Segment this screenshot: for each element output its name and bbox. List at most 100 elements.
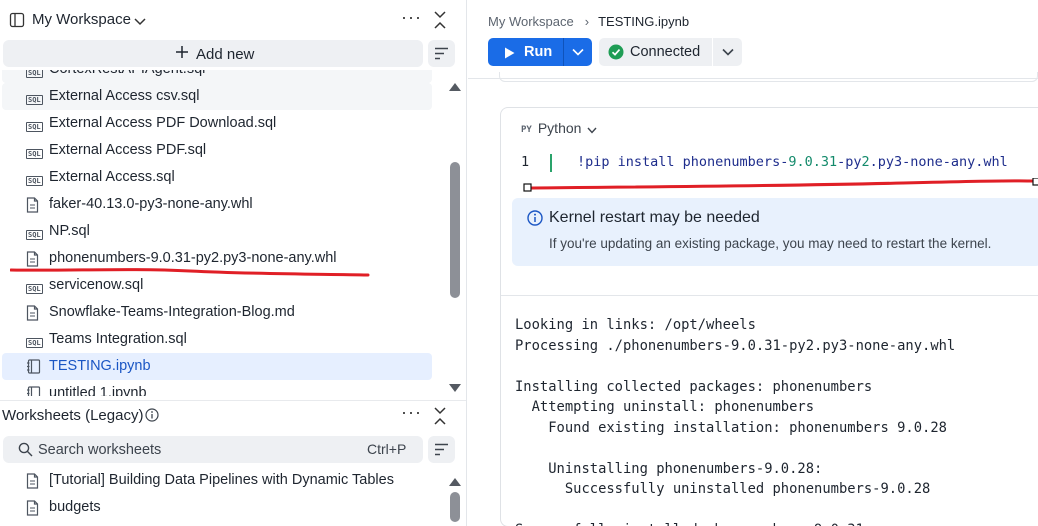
file-list-item[interactable]: Snowflake-Teams-Integration-Blog.md <box>2 299 432 326</box>
code-token: -py <box>837 154 862 170</box>
file-name: servicenow.sql <box>49 277 144 293</box>
sort-filter-button[interactable] <box>428 40 455 67</box>
previous-cell-edge <box>499 72 1038 82</box>
workspace-title[interactable]: My Workspace <box>32 11 131 28</box>
sidebar-toggle-icon[interactable] <box>9 12 25 31</box>
file-name: External Access PDF Download.sql <box>49 115 277 131</box>
file-icon <box>26 500 43 516</box>
red-underline-annotation <box>10 268 370 277</box>
file-name: External Access csv.sql <box>49 88 200 104</box>
python-icon: PY <box>521 125 532 135</box>
code-text[interactable]: !pip install phonenumbers-9.0.31-py2.py3… <box>577 154 1008 170</box>
red-underline-annotation <box>523 178 1038 192</box>
run-options-dropdown[interactable] <box>564 38 592 66</box>
code-token: !pip install phonenumbers- <box>577 154 789 170</box>
collapse-icon[interactable] <box>433 11 447 32</box>
file-name: CortexRestAPIAgent.sql <box>49 70 205 77</box>
connection-status-button[interactable]: Connected <box>599 38 712 66</box>
sql-file-icon: SQL <box>26 95 43 105</box>
scrollbar-thumb[interactable] <box>450 162 460 298</box>
collapse-icon[interactable] <box>433 407 447 428</box>
breadcrumb-separator-icon: › <box>584 14 590 29</box>
output-separator <box>501 295 1038 296</box>
file-list-item[interactable]: SQL CortexRestAPIAgent.sql <box>2 70 432 83</box>
play-icon <box>504 46 515 62</box>
connection-options-dropdown[interactable] <box>713 38 742 66</box>
sql-file-icon: SQL <box>26 284 43 294</box>
workspace-sidebar: My Workspace ··· Add new SQL CortexRestAP… <box>0 0 467 526</box>
workspace-header: My Workspace ··· <box>0 6 466 36</box>
breadcrumb: My Workspace › TESTING.ipynb <box>488 14 689 29</box>
add-new-label: Add new <box>196 46 255 63</box>
file-list-item[interactable]: faker-40.13.0-py3-none-any.whl <box>2 191 432 218</box>
scroll-up-arrow-icon[interactable] <box>448 79 462 95</box>
breadcrumb-parent[interactable]: My Workspace <box>488 14 574 29</box>
scroll-up-arrow-icon[interactable] <box>448 474 462 490</box>
legacy-worksheet-list: [Tutorial] Building Data Pipelines with … <box>0 466 442 526</box>
legacy-title[interactable]: Worksheets (Legacy) <box>2 407 143 424</box>
plus-icon <box>175 45 189 62</box>
chevron-down-icon <box>722 48 734 56</box>
kernel-restart-callout: Kernel restart may be needed If you're u… <box>512 198 1038 266</box>
file-icon <box>26 197 43 213</box>
info-icon <box>527 210 543 229</box>
file-name: untitled 1.ipynb <box>49 385 147 396</box>
info-icon[interactable] <box>145 408 159 425</box>
file-name: Teams Integration.sql <box>49 331 187 347</box>
callout-body: If you're updating an existing package, … <box>549 236 992 251</box>
file-icon <box>26 305 43 321</box>
file-icon <box>26 473 43 489</box>
sql-file-icon: SQL <box>26 176 43 186</box>
worksheet-name: budgets <box>49 499 101 515</box>
add-new-button[interactable]: Add new <box>3 40 423 67</box>
worksheet-list-item[interactable]: [Tutorial] Building Data Pipelines with … <box>2 467 432 494</box>
legacy-worksheets-header: Worksheets (Legacy) ··· <box>0 400 466 430</box>
chevron-down-icon[interactable] <box>133 14 147 30</box>
file-list-item[interactable]: SQL External Access.sql <box>2 164 432 191</box>
file-list: SQL CortexRestAPIAgent.sql SQL External Acc… <box>0 70 442 396</box>
search-worksheets-input[interactable] <box>38 440 338 459</box>
search-shortcut: Ctrl+P <box>367 441 407 457</box>
file-list-item[interactable]: SQL External Access PDF.sql <box>2 137 432 164</box>
more-options-icon[interactable]: ··· <box>401 7 422 28</box>
scroll-down-arrow-icon[interactable] <box>448 380 462 396</box>
connection-label: Connected <box>630 44 701 60</box>
line-number: 1 <box>521 154 530 170</box>
chevron-down-icon <box>572 48 584 56</box>
code-line[interactable]: 1 !pip install phonenumbers-9.0.31-py2.p… <box>521 154 1008 172</box>
notebook-editor: My Workspace › TESTING.ipynb Run Connected… <box>468 0 1038 526</box>
cell-language-label: Python <box>537 120 582 136</box>
run-button-group: Run <box>488 38 592 66</box>
worksheet-list-item[interactable]: budgets <box>2 494 432 521</box>
cell-language-selector[interactable]: PY Python <box>521 120 597 136</box>
legacy-sort-filter-button[interactable] <box>428 436 455 463</box>
legacy-scrollbar-thumb[interactable] <box>450 492 460 522</box>
search-icon <box>18 442 33 460</box>
run-label: Run <box>524 44 553 60</box>
sql-file-icon: SQL <box>26 149 43 159</box>
more-options-icon[interactable]: ··· <box>401 402 422 423</box>
filter-icon <box>435 443 448 456</box>
file-name: phonenumbers-9.0.31-py2.py3-none-any.whl <box>49 250 337 266</box>
sql-file-icon: SQL <box>26 70 43 78</box>
file-list-item[interactable]: untitled 1.ipynb <box>2 380 432 396</box>
run-button[interactable]: Run <box>488 38 563 66</box>
breadcrumb-current: TESTING.ipynb <box>598 14 690 29</box>
notebook-icon <box>26 359 43 374</box>
cell-output: Looking in links: /opt/wheels Processing… <box>515 317 956 526</box>
file-list-item[interactable]: SQL External Access csv.sql <box>2 83 432 110</box>
chevron-down-icon <box>587 121 597 137</box>
file-list-item[interactable]: TESTING.ipynb <box>2 353 432 380</box>
cursor-bar <box>550 154 552 172</box>
code-token-number: 9.0.31 <box>788 154 838 170</box>
worksheet-name: [Tutorial] Building Data Pipelines with … <box>49 472 394 488</box>
sql-file-icon: SQL <box>26 230 43 240</box>
python-cell[interactable]: PY Python 1 !pip install phonenumbers-9.0… <box>500 107 1038 526</box>
file-list-item[interactable]: SQL Teams Integration.sql <box>2 326 432 353</box>
search-worksheets-box[interactable]: Ctrl+P <box>3 436 423 463</box>
file-name: faker-40.13.0-py3-none-any.whl <box>49 196 253 212</box>
file-name: External Access PDF.sql <box>49 142 207 158</box>
file-list-item[interactable]: SQL External Access PDF Download.sql <box>2 110 432 137</box>
file-list-item[interactable]: SQL NP.sql <box>2 218 432 245</box>
code-token: .py3-none-any.whl <box>869 154 1008 170</box>
